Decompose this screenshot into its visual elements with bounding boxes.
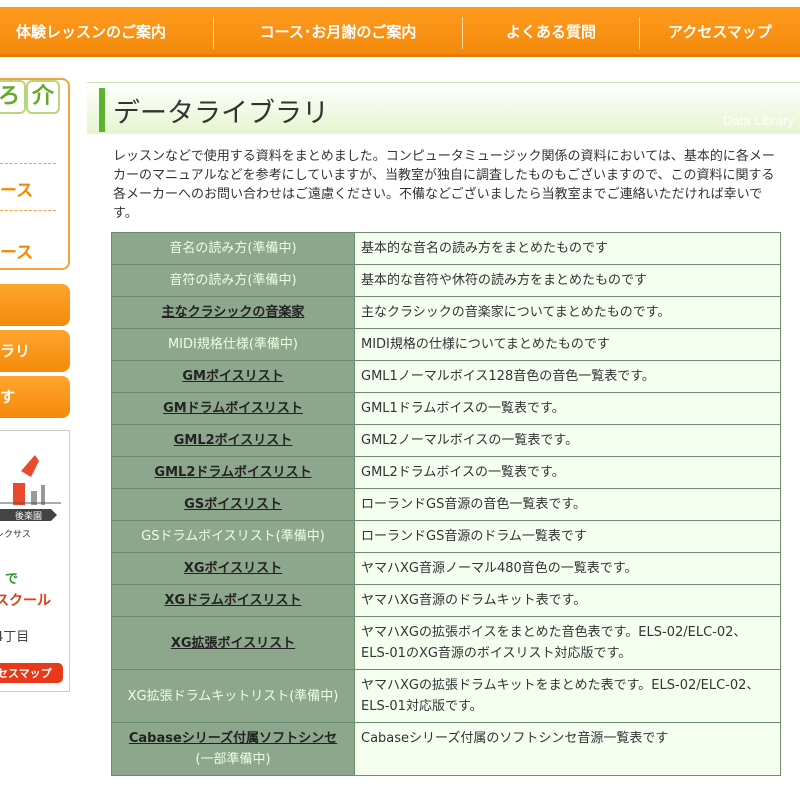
intro-text: レッスンなどで使用する資料をまとめました。コンピュータミュージック関係の資料にお…: [113, 149, 775, 221]
library-item-description: ローランドGS音源の音色一覧表です。: [354, 488, 781, 521]
library-item-name-cell: MIDI規格仕様(準備中): [111, 328, 355, 361]
map-station-label: 後楽園: [15, 510, 42, 522]
library-item-description: GML1ドラムボイスの一覧表です。: [354, 392, 781, 425]
table-row: 主なクラシックの音楽家 主なクラシックの音楽家についてまとめたものです。: [111, 296, 781, 329]
library-item-pending-label: XG拡張ドラムキットリスト(準備中): [127, 688, 339, 704]
library-item-link[interactable]: GML2ボイスリスト: [174, 433, 293, 448]
header-accent-bar: [99, 88, 105, 132]
library-item-name-cell: XG拡張ドラムキットリスト(準備中): [111, 669, 355, 723]
page-title: データライブラリ: [113, 98, 329, 129]
sidebar-item-course[interactable]: ース: [0, 176, 33, 201]
library-item-description: Cabaseシリーズ付属のソフトシンセ音源一覧表です: [354, 722, 781, 776]
table-row: XG拡張ドラムキットリスト(準備中) ヤマハXGの拡張ドラムキットをまとめた表です…: [111, 669, 781, 723]
table-row: 音名の読み方(準備中) 基本的な音名の読み方をまとめたものです: [111, 232, 781, 265]
library-item-description: 基本的な音符や休符の読み方をまとめたものです: [354, 264, 781, 297]
library-item-link[interactable]: XGボイスリスト: [184, 561, 282, 576]
library-item-pending-label: GSドラムボイスリスト(準備中): [141, 529, 325, 544]
map-place-label: レクサス: [0, 529, 31, 540]
nav-trial-lesson[interactable]: 体験レッスンのご案内: [0, 7, 182, 57]
library-item-link[interactable]: Cabaseシリーズ付属ソフトシンセ: [129, 731, 337, 746]
table-row: XGドラムボイスリスト ヤマハXG音源のドラムキット表です。: [111, 584, 781, 617]
library-item-name-cell: 音符の読み方(準備中): [111, 264, 355, 297]
library-item-name-cell: Cabaseシリーズ付属ソフトシンセ (一部準備中): [111, 722, 355, 776]
table-row: GSドラムボイスリスト(準備中) ローランドGS音源のドラム一覧表です: [111, 520, 781, 553]
sidebar-button-label: ラリ: [0, 342, 31, 360]
library-item-description: ヤマハXGの拡張ボイスをまとめた音色表です。ELS-02/ELC-02、ELS-…: [354, 616, 781, 670]
library-item-name-cell: GMボイスリスト: [111, 360, 355, 393]
table-row: MIDI規格仕様(準備中) MIDI規格の仕様についてまとめたものです: [111, 328, 781, 361]
table-row: XGボイスリスト ヤマハXG音源ノーマル480音色の一覧表です。: [111, 552, 781, 585]
nav-course-fees[interactable]: コース･お月謝のご案内: [214, 7, 462, 57]
map-de-label: で: [5, 572, 18, 587]
library-item-description: ヤマハXGの拡張ドラムキットをまとめた表です。ELS-02/ELC-02、ELS…: [354, 669, 781, 723]
library-item-name-cell: XG拡張ボイスリスト: [111, 616, 355, 670]
map-address-label: 4丁目: [0, 630, 29, 645]
sidebar-button-1[interactable]: [0, 284, 70, 326]
library-item-name-cell: GMドラムボイスリスト: [111, 392, 355, 425]
map-access-button-label[interactable]: セスマップ: [0, 666, 53, 680]
library-item-link[interactable]: GMドラムボイスリスト: [163, 401, 303, 416]
table-row: GML2ボイスリスト GML2ノーマルボイスの一覧表です。: [111, 424, 781, 457]
sidebar-tile: 介: [26, 80, 60, 114]
library-item-link[interactable]: XGドラムボイスリスト: [165, 593, 302, 608]
library-item-name-cell: GSボイスリスト: [111, 488, 355, 521]
library-item-pending-label: 音名の読み方(準備中): [169, 241, 297, 256]
library-item-link[interactable]: GML2ドラムボイスリスト: [154, 465, 311, 480]
library-item-name-cell: XGボイスリスト: [111, 552, 355, 585]
library-item-pending-note: (一部準備中): [195, 752, 271, 767]
sidebar-button-3[interactable]: す: [0, 376, 70, 418]
library-item-name-cell: XGドラムボイスリスト: [111, 584, 355, 617]
library-item-pending-label: MIDI規格仕様(準備中): [167, 337, 299, 352]
table-row: GSボイスリスト ローランドGS音源の音色一覧表です。: [111, 488, 781, 521]
library-item-description: 主なクラシックの音楽家についてまとめたものです。: [354, 296, 781, 329]
page-subtitle: Data Library: [723, 113, 794, 128]
library-item-name-cell: GML2ボイスリスト: [111, 424, 355, 457]
page-header: データライブラリ Data Library: [87, 82, 800, 134]
library-item-name-cell: 主なクラシックの音楽家: [111, 296, 355, 329]
library-item-link[interactable]: 主なクラシックの音楽家: [162, 305, 305, 320]
library-item-description: ヤマハXG音源のドラムキット表です。: [354, 584, 781, 617]
sidebar-divider: [0, 210, 56, 211]
library-item-description: GML2ノーマルボイスの一覧表です。: [354, 424, 781, 457]
table-row: GMボイスリスト GML1ノーマルボイス128音色の音色一覧表です。: [111, 360, 781, 393]
library-item-link[interactable]: GSボイスリスト: [184, 497, 282, 512]
library-item-name-cell: GML2ドラムボイスリスト: [111, 456, 355, 489]
library-item-description: GML2ドラムボイスの一覧表です。: [354, 456, 781, 489]
library-item-link[interactable]: GMボイスリスト: [182, 369, 283, 384]
nav-faq[interactable]: よくある質問: [463, 7, 639, 57]
sidebar-tile: ろ: [0, 80, 26, 114]
library-table: 音名の読み方(準備中) 基本的な音名の読み方をまとめたものです 音符の読み方(準備中…: [111, 232, 781, 776]
table-row: 音符の読み方(準備中) 基本的な音符や休符の読み方をまとめたものです: [111, 264, 781, 297]
library-item-description: GML1ノーマルボイス128音色の音色一覧表です。: [354, 360, 781, 393]
library-item-name-cell: 音名の読み方(準備中): [111, 232, 355, 265]
table-row: GML2ドラムボイスリスト GML2ドラムボイスの一覧表です。: [111, 456, 781, 489]
library-item-link[interactable]: XG拡張ボイスリスト: [171, 636, 295, 651]
map-school-label: スクール: [0, 593, 51, 609]
map-illustration-icon: 後楽園 レクサス で スクール 4丁目 セスマップ: [0, 455, 63, 683]
library-item-description: ローランドGS音源のドラム一覧表です: [354, 520, 781, 553]
sidebar-access-map[interactable]: 後楽園 レクサス で スクール 4丁目 セスマップ: [0, 430, 70, 692]
table-row: GMドラムボイスリスト GML1ドラムボイスの一覧表です。: [111, 392, 781, 425]
library-item-description: MIDI規格の仕様についてまとめたものです: [354, 328, 781, 361]
library-table-body: 音名の読み方(準備中) 基本的な音名の読み方をまとめたものです 音符の読み方(準備中…: [111, 232, 781, 776]
library-item-description: 基本的な音名の読み方をまとめたものです: [354, 232, 781, 265]
sidebar-divider: [0, 163, 56, 164]
library-item-name-cell: GSドラムボイスリスト(準備中): [111, 520, 355, 553]
top-navigation: 体験レッスンのご案内 コース･お月謝のご案内 よくある質問 アクセスマップ: [0, 0, 800, 62]
library-item-description: ヤマハXG音源ノーマル480音色の一覧表です。: [354, 552, 781, 585]
table-row: Cabaseシリーズ付属ソフトシンセ (一部準備中) Cabaseシリーズ付属のソフ…: [111, 722, 781, 776]
sidebar-item-course-2[interactable]: ース: [0, 238, 33, 263]
sidebar-button-label: す: [0, 388, 16, 406]
sidebar-button-library[interactable]: ラリ: [0, 330, 70, 372]
library-item-pending-label: 音符の読み方(準備中): [169, 273, 297, 288]
table-row: XG拡張ボイスリスト ヤマハXGの拡張ボイスをまとめた音色表です。ELS-02/E…: [111, 616, 781, 670]
nav-access-map[interactable]: アクセスマップ: [640, 7, 800, 57]
